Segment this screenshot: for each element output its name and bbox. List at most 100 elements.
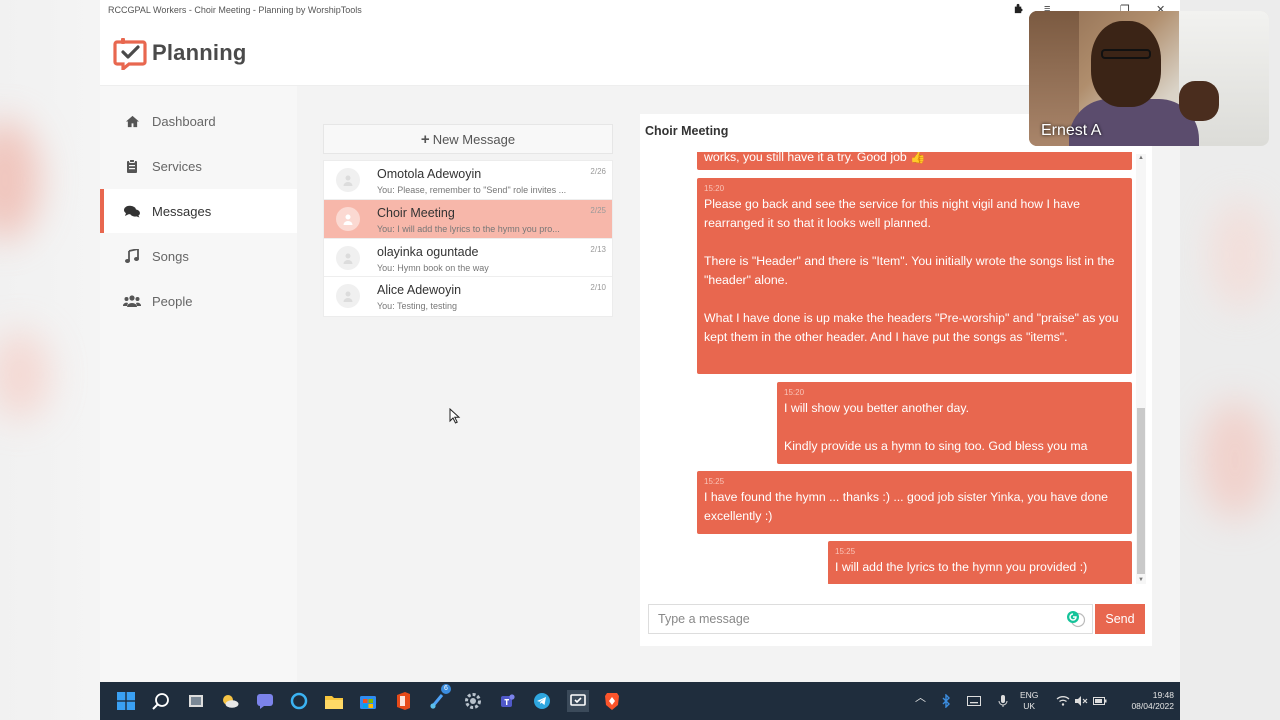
sidebar-item-dashboard[interactable]: Dashboard bbox=[100, 99, 297, 143]
message-text: I have found the hymn ... thanks :) ... … bbox=[704, 490, 1108, 523]
conversation-name: olayinka oguntade bbox=[377, 244, 479, 259]
notification-badge: 6 bbox=[441, 684, 451, 694]
sidebar-item-label: Songs bbox=[152, 248, 189, 264]
video-call-overlay[interactable]: Ernest A bbox=[1029, 11, 1269, 146]
chat-panel: Choir Meeting works, you still have it a… bbox=[640, 114, 1152, 646]
window-title: RCCGPAL Workers - Choir Meeting - Planni… bbox=[108, 5, 362, 15]
message-text: Please go back and see the service for t… bbox=[704, 197, 1119, 344]
app-logo[interactable]: Planning bbox=[112, 36, 247, 73]
sidebar-item-songs[interactable]: Songs bbox=[100, 234, 297, 278]
task-view-icon[interactable] bbox=[186, 691, 206, 711]
send-button[interactable]: Send bbox=[1095, 604, 1145, 634]
message-text: works, you still have it a try. Good job… bbox=[704, 152, 926, 164]
conversation-item[interactable]: Omotola Adewoyin You: Please, remember t… bbox=[324, 161, 612, 200]
chat-scrollbar[interactable]: ▲ ▼ bbox=[1136, 154, 1146, 584]
new-message-label: New Message bbox=[432, 131, 516, 147]
avatar-placeholder-icon bbox=[336, 168, 360, 192]
sidebar-item-messages[interactable]: Messages bbox=[100, 189, 297, 233]
home-icon bbox=[122, 115, 142, 128]
show-hidden-icons-icon[interactable]: ︿ bbox=[915, 693, 926, 704]
conversation-date: 2/25 bbox=[590, 205, 606, 215]
clock-date: 08/04/2022 bbox=[1131, 701, 1174, 711]
sidebar-item-label: Dashboard bbox=[152, 113, 216, 129]
app-header: Planning bbox=[100, 22, 1180, 86]
keyboard-icon[interactable] bbox=[964, 691, 984, 711]
conversation-item[interactable]: Choir Meeting You: I will add the lyrics… bbox=[324, 199, 612, 239]
search-icon[interactable] bbox=[151, 691, 171, 711]
grammarly-icon[interactable] bbox=[1066, 610, 1086, 628]
window-titlebar: RCCGPAL Workers - Choir Meeting - Planni… bbox=[100, 0, 1180, 22]
sidebar-item-label: Messages bbox=[152, 203, 212, 219]
avatar-placeholder-icon bbox=[336, 206, 360, 231]
conversation-date: 2/13 bbox=[590, 244, 606, 254]
snipping-tool-icon[interactable]: 6 bbox=[428, 684, 451, 711]
scroll-down-icon[interactable]: ▼ bbox=[1136, 576, 1146, 584]
clock[interactable]: 19:48 08/04/2022 bbox=[1114, 690, 1174, 712]
users-icon bbox=[122, 295, 142, 307]
sidebar-item-services[interactable]: Services bbox=[100, 144, 297, 188]
message-time: 15:25 bbox=[835, 547, 856, 556]
avatar-placeholder-icon bbox=[336, 245, 360, 270]
battery-icon[interactable] bbox=[1090, 691, 1110, 711]
message-bubble: 15:20 I will show you better another day… bbox=[777, 382, 1132, 464]
settings-icon[interactable] bbox=[463, 691, 483, 711]
message-text: I will add the lyrics to the hymn you pr… bbox=[835, 560, 1088, 574]
windows-start-icon[interactable] bbox=[116, 691, 136, 711]
teams-icon[interactable] bbox=[497, 691, 517, 711]
conversation-date: 2/10 bbox=[590, 283, 606, 293]
music-note-icon bbox=[122, 249, 142, 263]
conversation-item[interactable]: olayinka oguntade You: Hymn book on the … bbox=[324, 238, 612, 278]
video-participant-head bbox=[1091, 21, 1161, 107]
language-indicator[interactable]: ENG UK bbox=[1020, 690, 1038, 712]
volume-muted-icon[interactable] bbox=[1071, 691, 1091, 711]
scrollbar-thumb[interactable] bbox=[1137, 408, 1145, 574]
cortana-icon[interactable] bbox=[289, 691, 309, 711]
bluetooth-icon[interactable] bbox=[936, 691, 956, 711]
message-input[interactable] bbox=[648, 604, 1093, 634]
sidebar-item-people[interactable]: People bbox=[100, 279, 297, 323]
message-composer: Send bbox=[648, 604, 1145, 636]
conversation-date: 2/26 bbox=[590, 167, 606, 176]
video-participant-name: Ernest A bbox=[1041, 122, 1102, 139]
brave-browser-icon[interactable] bbox=[602, 691, 622, 711]
clipboard-icon bbox=[122, 159, 142, 173]
message-time: 15:25 bbox=[704, 477, 725, 486]
teams-chat-icon[interactable] bbox=[255, 691, 275, 711]
chat-bubbles-icon bbox=[122, 205, 142, 218]
new-message-button[interactable]: + New Message bbox=[323, 124, 613, 154]
language-code: ENG bbox=[1020, 690, 1039, 700]
message-bubble: works, you still have it a try. Good job… bbox=[697, 152, 1132, 170]
blur-shape bbox=[1200, 400, 1270, 520]
chat-messages[interactable]: works, you still have it a try. Good job… bbox=[640, 152, 1150, 584]
weather-icon[interactable] bbox=[220, 691, 240, 711]
chat-title: Choir Meeting bbox=[645, 124, 729, 138]
telegram-icon[interactable] bbox=[532, 691, 552, 711]
conversation-preview: You: I will add the lyrics to the hymn y… bbox=[377, 223, 560, 234]
conversation-preview: You: Testing, testing bbox=[377, 301, 458, 312]
wifi-icon[interactable] bbox=[1053, 691, 1073, 711]
sidebar-item-label: Services bbox=[152, 158, 202, 174]
scroll-up-icon[interactable]: ▲ bbox=[1136, 154, 1146, 162]
video-participant-hand bbox=[1179, 81, 1219, 121]
conversation-item[interactable]: Alice Adewoyin You: Testing, testing 2/1… bbox=[324, 277, 612, 316]
planning-app-icon[interactable] bbox=[567, 690, 589, 712]
file-explorer-icon[interactable] bbox=[324, 691, 344, 711]
message-time: 15:20 bbox=[784, 388, 805, 397]
message-bubble: 15:25 I have found the hymn ... thanks :… bbox=[697, 471, 1132, 534]
conversation-name: Alice Adewoyin bbox=[377, 283, 462, 298]
clock-time: 19:48 bbox=[1152, 690, 1174, 700]
extension-puzzle-icon[interactable] bbox=[1013, 3, 1024, 17]
message-time: 15:20 bbox=[704, 184, 725, 193]
office-icon[interactable] bbox=[393, 691, 413, 711]
blur-shape bbox=[1210, 200, 1270, 310]
plus-icon: + bbox=[420, 130, 430, 148]
mouse-cursor-icon bbox=[449, 407, 461, 424]
microphone-icon[interactable] bbox=[993, 691, 1013, 711]
conversation-preview: You: Hymn book on the way bbox=[377, 262, 489, 273]
main-content: + New Message Omotola Adewoyin You: Plea… bbox=[297, 86, 1180, 682]
app-name: Planning bbox=[152, 40, 247, 65]
planning-logo-icon bbox=[112, 36, 148, 73]
store-icon[interactable] bbox=[358, 691, 378, 711]
message-text: I will show you better another day. Kind… bbox=[784, 401, 1088, 453]
conversation-list: Omotola Adewoyin You: Please, remember t… bbox=[323, 160, 613, 317]
